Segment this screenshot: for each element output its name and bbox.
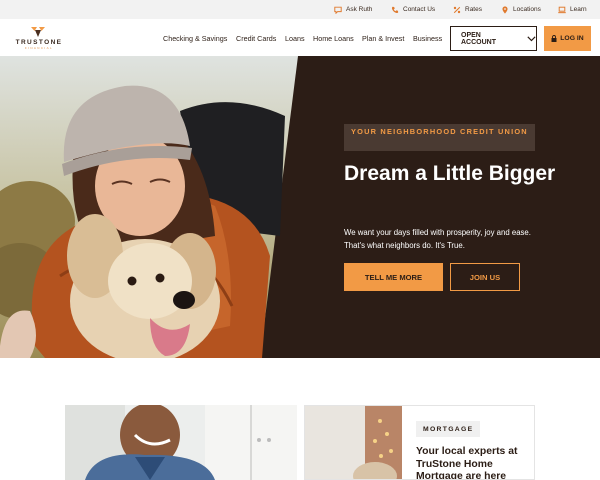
- location-pin-icon: [502, 5, 508, 14]
- logo-tagline: FINANCIAL: [24, 46, 54, 50]
- open-account-label: OPEN ACCOUNT: [461, 31, 496, 46]
- learn-label: Learn: [570, 6, 587, 13]
- nav-checking-savings[interactable]: Checking & Savings: [163, 34, 227, 43]
- chat-icon: [334, 6, 342, 14]
- promo-card-man-photo[interactable]: [65, 405, 297, 480]
- hero-banner: YOUR NEIGHBORHOOD CREDIT UNION Dream a L…: [0, 56, 600, 358]
- lock-icon: [551, 35, 557, 42]
- mortgage-card-photo: [305, 406, 402, 479]
- hero-eyebrow: YOUR NEIGHBORHOOD CREDIT UNION: [344, 124, 535, 151]
- locations-label: Locations: [513, 6, 541, 13]
- mortgage-card-title: Your local experts at TruStone Home Mort…: [416, 446, 518, 480]
- hero-title: Dream a Little Bigger: [344, 162, 556, 185]
- mortgage-card[interactable]: MORTGAGE Your local experts at TruStone …: [304, 405, 535, 480]
- locations-link[interactable]: Locations: [501, 4, 541, 15]
- contact-us-link[interactable]: Contact Us: [391, 4, 435, 15]
- ask-ruth-label: Ask Ruth: [346, 6, 373, 13]
- main-nav: TRUSTONE FINANCIAL Checking & Savings Cr…: [0, 19, 600, 56]
- nav-credit-cards[interactable]: Credit Cards: [236, 34, 276, 43]
- percent-icon: [453, 6, 461, 13]
- phone-icon: [391, 6, 399, 13]
- hero-description: We want your days filled with prosperity…: [344, 228, 531, 250]
- man-smiling-photo: [65, 405, 297, 480]
- open-account-button[interactable]: OPEN ACCOUNT: [450, 26, 537, 51]
- tell-me-more-button[interactable]: TELL ME MORE: [344, 263, 443, 291]
- laptop-icon: [558, 6, 566, 13]
- logo-mark-icon: [31, 27, 45, 37]
- nav-business[interactable]: Business: [413, 34, 442, 43]
- nav-plan-invest[interactable]: Plan & Invest: [362, 34, 404, 43]
- chevron-down-icon: [527, 35, 536, 41]
- contact-us-label: Contact Us: [403, 6, 436, 13]
- ask-ruth-link[interactable]: Ask Ruth: [334, 4, 372, 15]
- trustone-logo[interactable]: TRUSTONE FINANCIAL: [9, 27, 69, 51]
- logo-wordmark: TRUSTONE: [15, 39, 63, 46]
- hero-photo-woman-with-dog: [0, 56, 300, 358]
- utility-bar: Ask Ruth Contact Us Rates Locations Lear…: [0, 0, 600, 19]
- rates-link[interactable]: Rates: [453, 4, 482, 15]
- rates-label: Rates: [465, 6, 482, 13]
- learn-link[interactable]: Learn: [558, 4, 587, 15]
- join-us-button[interactable]: JOIN US: [450, 263, 520, 291]
- nav-loans[interactable]: Loans: [285, 34, 305, 43]
- log-in-label: LOG IN: [560, 35, 584, 42]
- mortgage-tag: MORTGAGE: [416, 421, 481, 437]
- log-in-button[interactable]: LOG IN: [544, 26, 591, 51]
- nav-home-loans[interactable]: Home Loans: [313, 34, 354, 43]
